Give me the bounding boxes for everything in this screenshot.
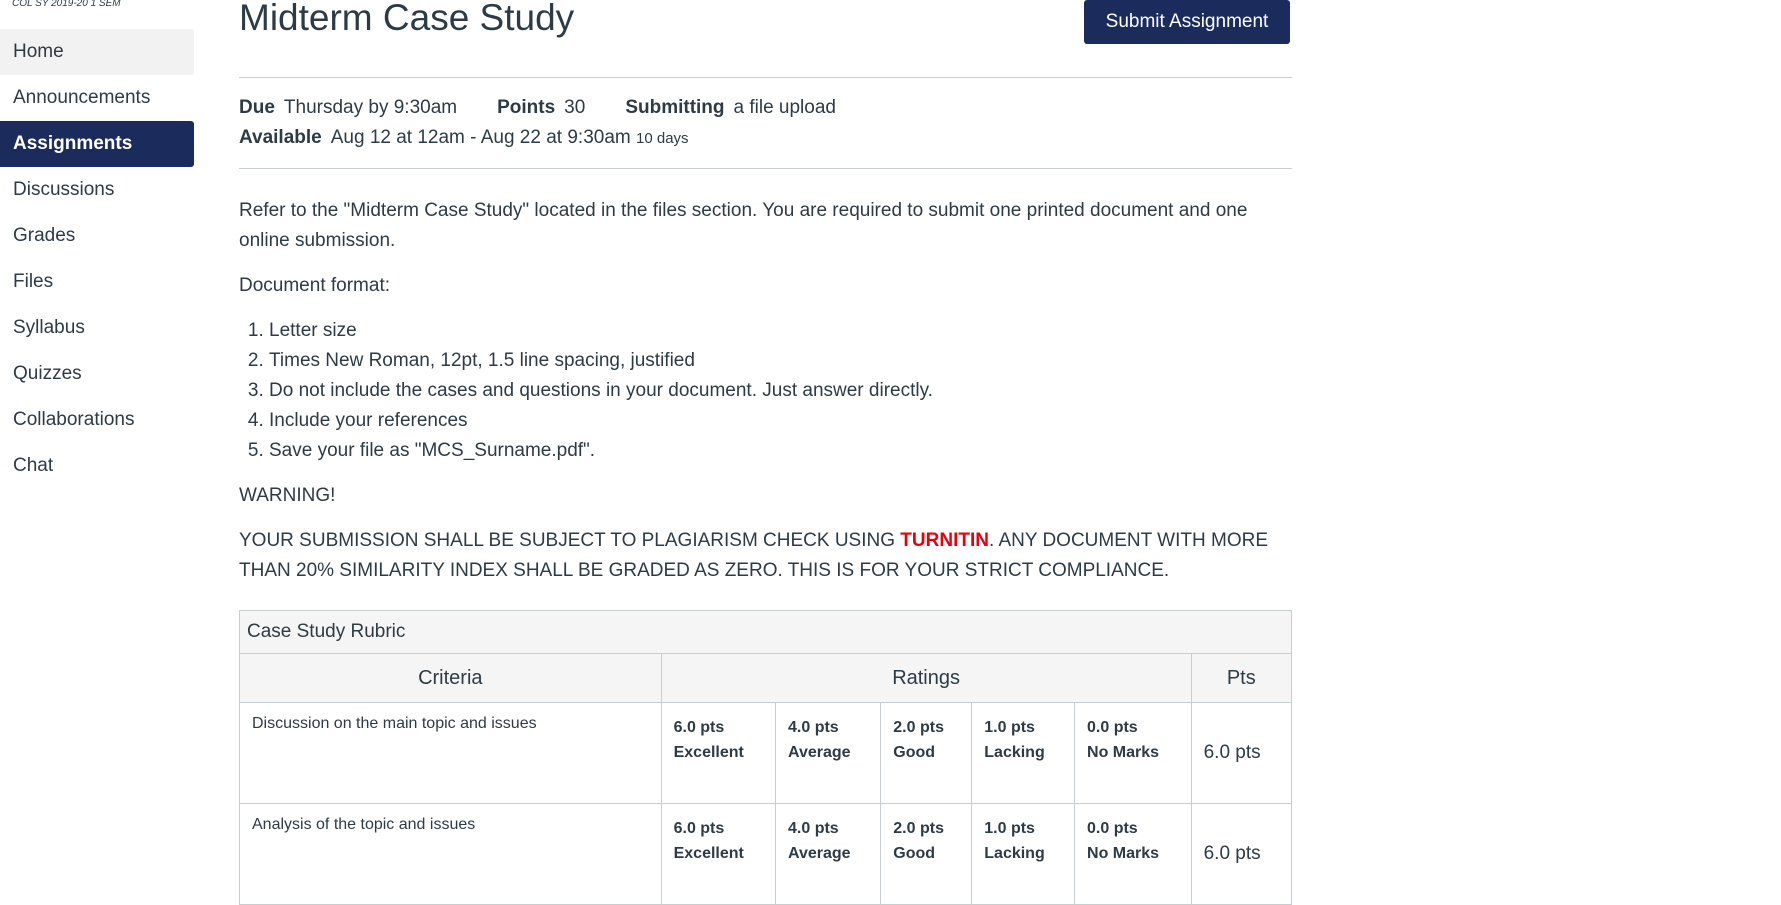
divider <box>239 168 1292 169</box>
criterion-points: 6.0 pts <box>1190 702 1293 804</box>
rating: 6.0 pts Excellent <box>662 703 776 803</box>
rating-points: 1.0 pts <box>984 719 1035 736</box>
nav-item-syllabus[interactable]: Syllabus <box>0 305 194 351</box>
points-label: Points <box>497 97 556 118</box>
table-row: Analysis of the topic and issues 6.0 pts… <box>239 803 1293 905</box>
notice-text: YOUR SUBMISSION SHALL BE SUBJECT TO PLAG… <box>239 530 901 551</box>
availability: Available Aug 12 at 12am - Aug 22 at 9:30… <box>239 127 689 149</box>
rating-points: 0.0 pts <box>1087 820 1138 837</box>
rating-points: 0.0 pts <box>1087 719 1138 736</box>
ratings-cell: 6.0 pts Excellent 4.0 pts Average 2.0 pts G… <box>660 803 1192 905</box>
rating-points: 6.0 pts <box>673 719 725 736</box>
pts-header: Pts <box>1190 653 1293 703</box>
points-value: 30 <box>564 97 586 118</box>
rating-description: Average <box>788 845 851 862</box>
rating: 0.0 pts No Marks <box>1074 703 1191 803</box>
rating-points: 2.0 pts <box>893 719 944 736</box>
rating-points: 2.0 pts <box>893 820 944 837</box>
list-item: Include your references <box>269 406 1299 436</box>
list-item: Save your file as "MCS_Surname.pdf". <box>269 436 1299 466</box>
submitting-label: Submitting <box>625 97 725 118</box>
warning-text: WARNING! <box>239 485 336 506</box>
plagiarism-notice: YOUR SUBMISSION SHALL BE SUBJECT TO PLAG… <box>239 526 1299 586</box>
list-item: Do not include the cases and questions i… <box>269 376 1299 406</box>
turnitin-highlight: TURNITIN <box>900 530 989 551</box>
nav-item-announcements[interactable]: Announcements <box>0 75 194 121</box>
due-value: Thursday by 9:30am <box>283 97 458 118</box>
rating-points: 4.0 pts <box>788 719 839 736</box>
rating: 1.0 pts Lacking <box>971 703 1075 803</box>
course-navigation: Home Announcements Assignments Discussio… <box>0 29 194 489</box>
ratings-header: Ratings <box>660 653 1192 703</box>
assignment-description: Refer to the "Midterm Case Study" locate… <box>239 196 1299 601</box>
rating-description: Excellent <box>673 845 744 862</box>
table-row: Discussion on the main topic and issues … <box>239 702 1293 804</box>
list-item: Letter size <box>269 316 1299 346</box>
submitting-value: a file upload <box>733 97 836 118</box>
available-duration: 10 days <box>636 130 689 147</box>
format-list: Letter size Times New Roman, 12pt, 1.5 l… <box>239 316 1299 466</box>
rating: 6.0 pts Excellent <box>662 804 776 904</box>
due-label: Due <box>239 97 275 118</box>
nav-item-home[interactable]: Home <box>0 29 194 75</box>
divider <box>239 77 1292 78</box>
format-heading: Document format: <box>239 275 390 296</box>
rating-points: 6.0 pts <box>673 820 725 837</box>
rating: 4.0 pts Average <box>775 703 881 803</box>
ratings-cell: 6.0 pts Excellent 4.0 pts Average 2.0 pts G… <box>660 702 1192 804</box>
criterion-points: 6.0 pts <box>1190 803 1293 905</box>
rating-description: Lacking <box>984 744 1045 761</box>
page-title: Midterm Case Study <box>239 0 575 38</box>
nav-item-chat[interactable]: Chat <box>0 443 194 489</box>
nav-item-discussions[interactable]: Discussions <box>0 167 194 213</box>
rating: 2.0 pts Good <box>880 703 972 803</box>
submit-assignment-button[interactable]: Submit Assignment <box>1084 0 1290 44</box>
rating: 1.0 pts Lacking <box>971 804 1075 904</box>
rating-description: No Marks <box>1087 744 1160 761</box>
rating-description: No Marks <box>1087 845 1160 862</box>
rubric-title: Case Study Rubric <box>239 610 1292 654</box>
rating-points: 4.0 pts <box>788 820 839 837</box>
nav-item-files[interactable]: Files <box>0 259 194 305</box>
rating-description: Good <box>893 744 936 761</box>
rating-description: Lacking <box>984 845 1045 862</box>
nav-item-collaborations[interactable]: Collaborations <box>0 397 194 443</box>
rating-points: 1.0 pts <box>984 820 1035 837</box>
assignment-details: Due Thursday by 9:30am Points 30 Submitting a… <box>239 97 836 119</box>
available-value: Aug 12 at 12am - Aug 22 at 9:30am <box>330 127 631 148</box>
rating-description: Average <box>788 744 851 761</box>
rating: 2.0 pts Good <box>880 804 972 904</box>
rating-description: Good <box>893 845 936 862</box>
rating: 4.0 pts Average <box>775 804 881 904</box>
nav-item-grades[interactable]: Grades <box>0 213 194 259</box>
criteria-header: Criteria <box>239 653 662 703</box>
intro-text: Refer to the "Midterm Case Study" locate… <box>239 200 1248 251</box>
rating: 0.0 pts No Marks <box>1074 804 1191 904</box>
rating-description: Excellent <box>673 744 744 761</box>
nav-item-assignments[interactable]: Assignments <box>0 121 194 167</box>
rubric-table: Case Study Rubric Criteria Ratings Pts D… <box>239 610 1293 905</box>
course-label: COL SY 2019-20 1 SEM <box>12 0 121 9</box>
list-item: Times New Roman, 12pt, 1.5 line spacing,… <box>269 346 1299 376</box>
criterion-description: Discussion on the main topic and issues <box>239 702 662 804</box>
criterion-description: Analysis of the topic and issues <box>239 803 662 905</box>
available-label: Available <box>239 127 322 148</box>
nav-item-quizzes[interactable]: Quizzes <box>0 351 194 397</box>
